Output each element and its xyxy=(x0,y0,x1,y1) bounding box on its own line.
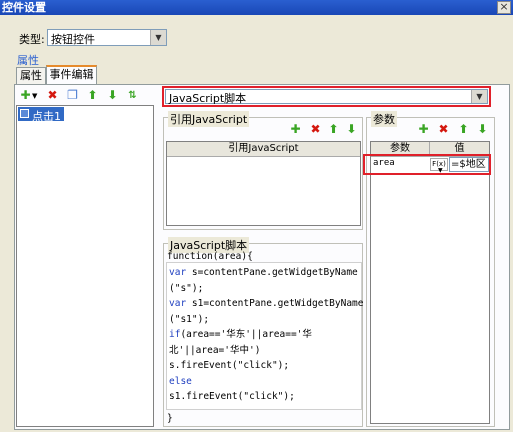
close-button[interactable]: × xyxy=(497,1,511,14)
code-text: s=contentPane.getWidgetByName xyxy=(186,267,358,278)
ref-js-title: 引用JavaScript xyxy=(168,111,250,127)
code-line: if(area=='华东'||area=='华 xyxy=(169,327,363,343)
move-down-icon[interactable]: ⬇ xyxy=(106,89,119,102)
code-line: ("s"); xyxy=(169,281,363,297)
table-row[interactable]: area F(x) =$地区 ▼ xyxy=(371,157,489,174)
chevron-down-icon: ▼ xyxy=(471,90,487,103)
code-keyword: if xyxy=(169,329,181,340)
code-line: else xyxy=(169,374,363,390)
code-line: s1.fireEvent("click"); xyxy=(169,389,363,405)
event-item-label: 点击1 xyxy=(32,110,61,123)
event-icon xyxy=(20,109,29,118)
move-up-icon[interactable]: ⬆ xyxy=(327,123,340,136)
delete-icon[interactable]: ✖ xyxy=(437,123,450,136)
type-select[interactable]: 按钮控件 ▼ xyxy=(47,29,167,46)
sort-icon[interactable]: ⇅ xyxy=(126,89,139,102)
code-text: (area=='华东'||area=='华 xyxy=(180,329,312,340)
ref-js-column-header: 引用JavaScript xyxy=(167,142,360,157)
section-title: 属性 xyxy=(17,54,39,67)
add-dropdown-icon[interactable]: ▼ xyxy=(32,92,37,100)
script-type-value: JavaScript脚本 xyxy=(169,92,247,105)
code-keyword: var xyxy=(169,298,187,309)
tab-event-edit[interactable]: 事件编辑 xyxy=(46,65,97,85)
move-down-icon[interactable]: ⬇ xyxy=(345,123,358,136)
code-line: var s=contentPane.getWidgetByName xyxy=(169,265,363,281)
ref-js-table[interactable]: 引用JavaScript xyxy=(166,141,361,226)
move-down-icon[interactable]: ⬇ xyxy=(476,123,489,136)
code-text: ("s"); xyxy=(169,282,204,294)
params-title: 参数 xyxy=(371,111,397,127)
window-title: 控件设置 xyxy=(0,0,513,15)
move-up-icon[interactable]: ⬆ xyxy=(457,123,470,136)
move-up-icon[interactable]: ⬆ xyxy=(86,89,99,102)
add-icon[interactable]: ✚ xyxy=(19,89,32,102)
delete-icon[interactable]: ✖ xyxy=(46,89,59,102)
tab-properties[interactable]: 属性 xyxy=(16,67,46,85)
type-select-value: 按钮控件 xyxy=(51,33,95,46)
chevron-down-icon: ▼ xyxy=(150,30,166,45)
js-function-footer: } xyxy=(167,413,173,424)
add-icon[interactable]: ✚ xyxy=(417,123,430,136)
copy-icon[interactable]: ❐ xyxy=(66,89,79,102)
delete-icon[interactable]: ✖ xyxy=(309,123,322,136)
list-item[interactable]: 点击1 xyxy=(18,107,64,123)
type-label: 类型: xyxy=(19,33,45,46)
code-line: var s1=contentPane.getWidgetByName xyxy=(169,296,363,312)
code-line: ("s1"); xyxy=(169,312,363,328)
add-icon[interactable]: ✚ xyxy=(289,123,302,136)
code-text: s1=contentPane.getWidgetByName xyxy=(186,298,364,309)
code-keyword: else xyxy=(169,375,192,387)
code-text: s.fireEvent("click"); xyxy=(169,360,290,371)
code-text: 北'||area='华中') xyxy=(169,344,261,356)
param-value-input[interactable]: =$地区 xyxy=(449,157,489,172)
code-text: ("s1"); xyxy=(169,313,210,325)
code-keyword: var xyxy=(169,267,187,278)
chevron-down-icon[interactable]: ▼ xyxy=(438,167,443,174)
js-code-editor[interactable]: var s=contentPane.getWidgetByName ("s"); v… xyxy=(166,262,363,410)
code-text: s1.fireEvent("click"); xyxy=(169,391,295,402)
splitter[interactable] xyxy=(156,105,161,427)
event-list xyxy=(16,105,154,427)
code-line: s.fireEvent("click"); xyxy=(169,358,363,374)
param-name: area xyxy=(373,158,395,168)
params-table[interactable]: 参数 值 xyxy=(370,141,490,424)
script-type-select[interactable]: JavaScript脚本 ▼ xyxy=(165,89,488,105)
code-line: 北'||area='华中') xyxy=(169,343,363,359)
